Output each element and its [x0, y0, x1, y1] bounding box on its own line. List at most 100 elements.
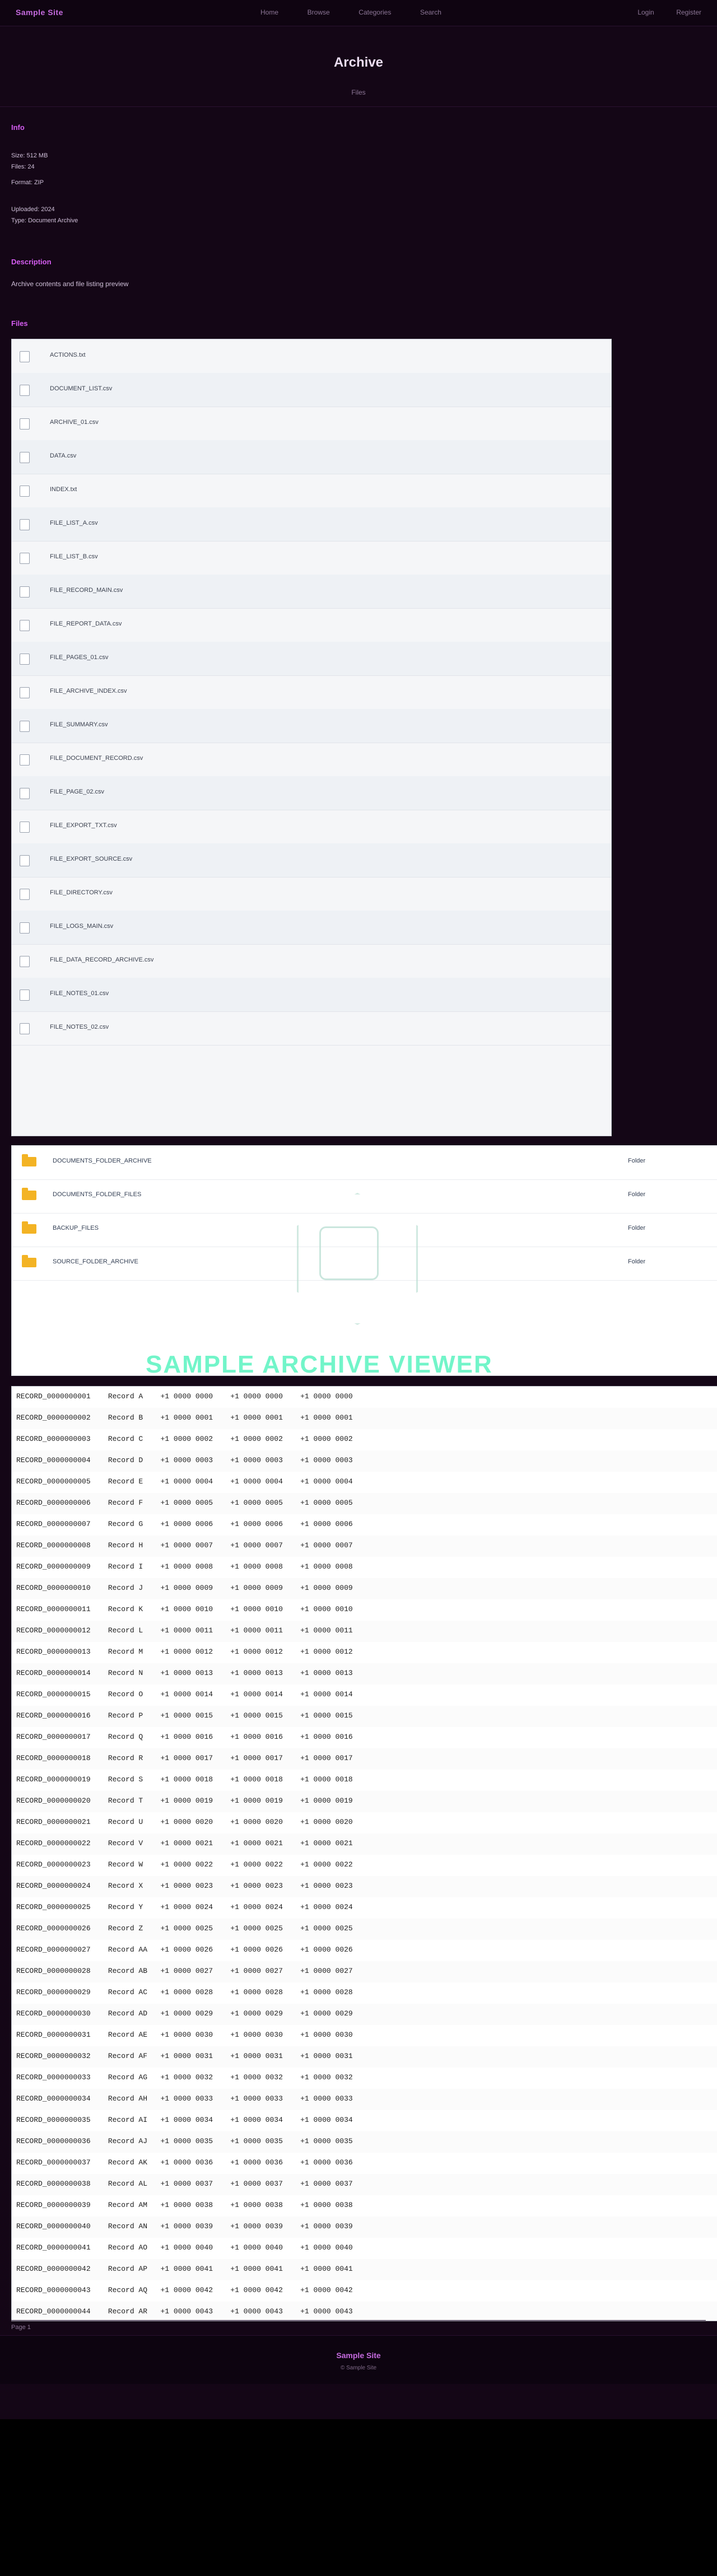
log-row: RECORD_0000000042 Record AP +1 0000 0041… [12, 2259, 717, 2280]
log-row: RECORD_0000000032 Record AF +1 0000 0031… [12, 2046, 717, 2068]
log-row: RECORD_0000000044 Record AR +1 0000 0043… [12, 2302, 717, 2321]
primary-nav-links: Home Browse Categories Search [260, 8, 468, 16]
file-icon [20, 754, 30, 766]
site-footer: Sample Site © Sample Site [0, 2335, 717, 2384]
info-line: Size: 512 MB [11, 152, 48, 159]
log-row-text: RECORD_0000000032 Record AF +1 0000 0031… [16, 2052, 353, 2060]
file-row[interactable]: FILE_PAGE_02.csv [12, 776, 611, 810]
file-icon [20, 620, 30, 631]
file-name: FILE_SUMMARY.csv [50, 721, 108, 728]
register-link[interactable]: Register [676, 8, 701, 16]
file-row[interactable]: FILE_EXPORT_SOURCE.csv [12, 843, 611, 878]
log-row-text: RECORD_0000000006 Record F +1 0000 0005 … [16, 1499, 353, 1507]
log-row-text: RECORD_0000000022 Record V +1 0000 0021 … [16, 1839, 353, 1847]
file-row[interactable]: FILE_LOGS_MAIN.csv [12, 911, 611, 945]
file-row[interactable]: FILE_DIRECTORY.csv [12, 877, 611, 911]
folder-icon [22, 1255, 36, 1267]
log-row-text: RECORD_0000000036 Record AJ +1 0000 0035… [16, 2137, 353, 2145]
file-row[interactable]: FILE_DATA_RECORD_ARCHIVE.csv [12, 944, 611, 978]
file-row[interactable]: FILE_LIST_B.csv [12, 541, 611, 575]
file-row[interactable]: FILE_ARCHIVE_INDEX.csv [12, 675, 611, 710]
log-row: RECORD_0000000026 Record Z +1 0000 0025 … [12, 1919, 717, 1940]
nav-link-browse[interactable]: Browse [308, 8, 330, 16]
file-row[interactable]: FILE_LIST_A.csv [12, 507, 611, 542]
file-icon [20, 586, 30, 598]
log-row-text: RECORD_0000000028 Record AB +1 0000 0027… [16, 1967, 353, 1975]
log-row-text: RECORD_0000000025 Record Y +1 0000 0024 … [16, 1903, 353, 1911]
folder-name: DOCUMENTS_FOLDER_ARCHIVE [53, 1158, 152, 1164]
nav-link-categories[interactable]: Categories [358, 8, 391, 16]
file-icon [20, 822, 30, 833]
log-row: RECORD_0000000010 Record J +1 0000 0009 … [12, 1578, 717, 1599]
file-row[interactable]: FILE_NOTES_02.csv [12, 1011, 611, 1046]
file-row[interactable]: FILE_RECORD_MAIN.csv [12, 575, 611, 609]
log-row: RECORD_0000000009 Record I +1 0000 0008 … [12, 1557, 717, 1578]
log-row-text: RECORD_0000000009 Record I +1 0000 0008 … [16, 1562, 353, 1571]
bottom-divider [11, 2320, 706, 2321]
log-row: RECORD_0000000040 Record AN +1 0000 0039… [12, 2216, 717, 2238]
log-row: RECORD_0000000015 Record O +1 0000 0014 … [12, 1684, 717, 1706]
folder-icon [22, 1188, 36, 1200]
login-link[interactable]: Login [637, 8, 654, 16]
footer-logo[interactable]: Sample Site [0, 2351, 717, 2360]
log-row: RECORD_0000000029 Record AC +1 0000 0028… [12, 1982, 717, 2004]
log-row: RECORD_0000000035 Record AI +1 0000 0034… [12, 2110, 717, 2131]
file-icon [20, 956, 30, 967]
file-row[interactable]: ARCHIVE_01.csv [12, 407, 611, 441]
file-row[interactable]: FILE_SUMMARY.csv [12, 709, 611, 743]
log-row-text: RECORD_0000000037 Record AK +1 0000 0036… [16, 2158, 353, 2167]
log-row-text: RECORD_0000000017 Record Q +1 0000 0016 … [16, 1733, 353, 1741]
log-row-text: RECORD_0000000042 Record AP +1 0000 0041… [16, 2265, 353, 2273]
log-row-text: RECORD_0000000035 Record AI +1 0000 0034… [16, 2116, 353, 2124]
page-title: Archive [333, 55, 384, 70]
log-row-text: RECORD_0000000026 Record Z +1 0000 0025 … [16, 1924, 353, 1933]
log-row-text: RECORD_0000000033 Record AG +1 0000 0032… [16, 2073, 353, 2082]
file-row[interactable]: DOCUMENT_LIST.csv [12, 373, 611, 407]
log-row-text: RECORD_0000000021 Record U +1 0000 0020 … [16, 1818, 353, 1826]
log-row-text: RECORD_0000000020 Record T +1 0000 0019 … [16, 1796, 353, 1805]
file-row[interactable]: FILE_NOTES_01.csv [12, 978, 611, 1012]
log-row-text: RECORD_0000000039 Record AM +1 0000 0038… [16, 2201, 353, 2209]
log-row: RECORD_0000000023 Record W +1 0000 0022 … [12, 1855, 717, 1876]
log-row-text: RECORD_0000000044 Record AR +1 0000 0043… [16, 2307, 353, 2316]
file-name: ACTIONS.txt [50, 352, 86, 358]
log-row: RECORD_0000000006 Record F +1 0000 0005 … [12, 1493, 717, 1514]
log-row: RECORD_0000000038 Record AL +1 0000 0037… [12, 2174, 717, 2195]
nav-link-home[interactable]: Home [260, 8, 278, 16]
folder-name: DOCUMENTS_FOLDER_FILES [53, 1191, 142, 1198]
file-name: FILE_REPORT_DATA.csv [50, 620, 122, 627]
folder-type: Folder [628, 1191, 646, 1198]
site-logo[interactable]: Sample Site [16, 8, 63, 17]
folder-row[interactable]: DOCUMENTS_FOLDER_ARCHIVE Folder [12, 1146, 717, 1180]
file-name: FILE_PAGES_01.csv [50, 654, 109, 661]
file-name: FILE_DOCUMENT_RECORD.csv [50, 755, 143, 762]
file-name: FILE_LIST_A.csv [50, 520, 98, 526]
file-row[interactable]: FILE_PAGES_01.csv [12, 642, 611, 676]
folder-type: Folder [628, 1225, 646, 1231]
file-row[interactable]: ACTIONS.txt [12, 339, 611, 374]
file-icon [20, 721, 30, 732]
file-row[interactable]: INDEX.txt [12, 474, 611, 508]
file-icon [20, 553, 30, 564]
log-row: RECORD_0000000024 Record X +1 0000 0023 … [12, 1876, 717, 1897]
log-row-text: RECORD_0000000002 Record B +1 0000 0001 … [16, 1413, 353, 1422]
log-row-text: RECORD_0000000001 Record A +1 0000 0000 … [16, 1392, 353, 1401]
file-row[interactable]: FILE_REPORT_DATA.csv [12, 608, 611, 642]
log-row: RECORD_0000000028 Record AB +1 0000 0027… [12, 1961, 717, 1982]
log-row: RECORD_0000000043 Record AQ +1 0000 0042… [12, 2280, 717, 2302]
log-row-text: RECORD_0000000010 Record J +1 0000 0009 … [16, 1584, 353, 1592]
log-row: RECORD_0000000018 Record R +1 0000 0017 … [12, 1748, 717, 1770]
account-actions: Login Register [617, 8, 701, 16]
file-row[interactable]: FILE_DOCUMENT_RECORD.csv [12, 743, 611, 777]
log-row-text: RECORD_0000000011 Record K +1 0000 0010 … [16, 1605, 353, 1613]
file-list-panel: ACTIONS.txt DOCUMENT_LIST.csv ARCHIVE_01… [11, 339, 612, 1136]
file-name: FILE_NOTES_01.csv [50, 990, 109, 997]
folder-type: Folder [628, 1258, 646, 1265]
file-name: DOCUMENT_LIST.csv [50, 385, 113, 392]
file-name: FILE_EXPORT_SOURCE.csv [50, 856, 133, 862]
file-row[interactable]: FILE_EXPORT_TXT.csv [12, 810, 611, 844]
nav-link-search[interactable]: Search [420, 8, 441, 16]
file-row[interactable]: DATA.csv [12, 440, 611, 474]
file-icon [20, 922, 30, 934]
log-row: RECORD_0000000037 Record AK +1 0000 0036… [12, 2153, 717, 2174]
